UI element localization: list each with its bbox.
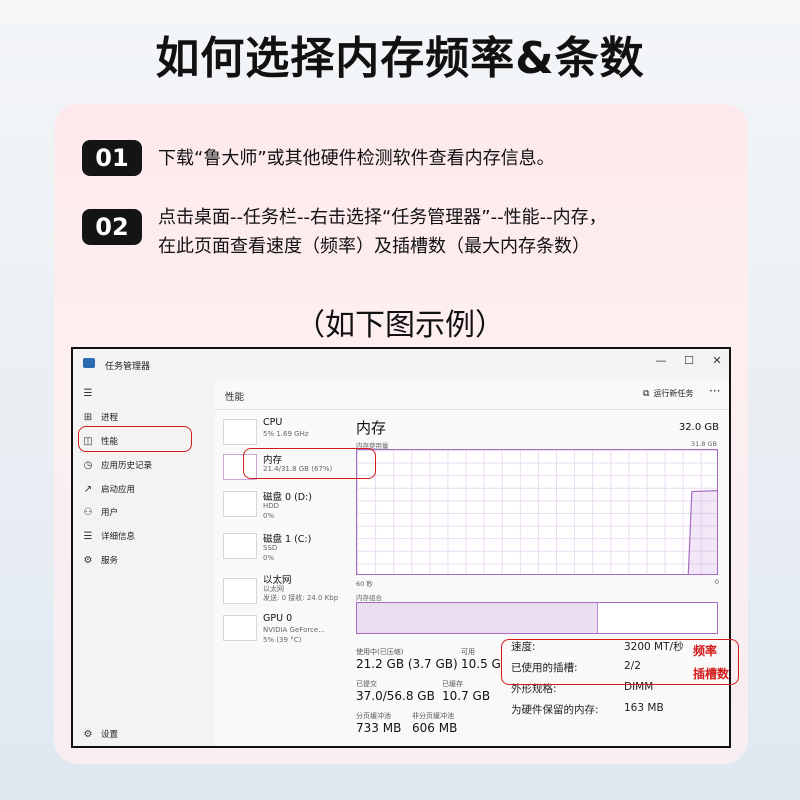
nonpaged-pool-value: 606 MB [412,721,458,735]
hamburger-icon: ☰ [83,387,93,399]
perf-item-ethernet[interactable]: 以太网 以太网 发送: 0 接收: 24.0 Kbp [223,572,353,612]
memory-usage-line [687,490,717,574]
sidebar-item-app-history[interactable]: ◷ 应用历史记录 [81,455,152,475]
perf-item-name: GPU 0 [263,613,293,624]
users-icon: ⚇ [83,506,93,518]
paged-pool-value: 733 MB [356,721,402,735]
sidebar-item-label: 设置 [101,730,119,740]
perf-item-detail-2: 发送: 0 接收: 24.0 Kbp [263,594,339,602]
available-value: 10.5 G [461,657,501,671]
disk-thumbnail [223,491,257,517]
perf-item-disk-1[interactable]: 磁盘 1 (C:) SSD 0% [223,531,353,571]
performance-panel: 性能 ⧉ 运行新任务 ··· CPU 5% 1.69 GHz 内存 21.4/3… [215,379,729,746]
step-01-line-1: 下载“鲁大师”或其他硬件检测软件查看内存信息。 [158,148,555,169]
perf-item-detail-2: 5% (39 °C) [263,636,302,644]
sidebar-item-services[interactable]: ⚙ 服务 [81,550,119,570]
step-badge-01: 01 [82,140,142,176]
graph-axis-right: 0 [714,578,719,586]
sidebar-item-processes[interactable]: ⊞ 进程 [81,407,118,427]
step-02-line-1: 点击桌面--任务栏--右击选择“任务管理器”--性能--内存， [158,207,607,228]
memory-usage-max: 31.8 GB [690,440,717,448]
sidebar-item-startup[interactable]: ↗ 启动应用 [81,479,135,499]
perf-item-detail-2: 0% [263,554,275,562]
ethernet-thumbnail [223,578,257,604]
details-icon: ☰ [83,530,93,542]
perf-item-gpu[interactable]: GPU 0 NVIDIA GeForce... 5% (39 °C) [223,613,353,653]
reserved-value: 163 MB [624,702,664,714]
step-01-text: 下载“鲁大师”或其他硬件检测软件查看内存信息。 [158,144,555,173]
step-02-line-2: 在此页面查看速度（频率）及插槽数（最大内存条数） [158,236,590,257]
perf-item-detail: SSD [263,544,278,552]
memory-title: 内存 [356,419,387,437]
sidebar-item-label: 应用历史记录 [101,461,153,471]
memory-composition-bar [356,602,718,634]
perf-item-disk-0[interactable]: 磁盘 0 (D:) HDD 0% [223,489,353,529]
task-manager-window: 任务管理器 — ☐ ✕ ☰ ⊞ 进程 ◫ 性能 ◷ 应用历史记录 ↗ 启动应用 … [71,347,731,748]
cached-value: 10.7 GB [442,689,491,703]
committed-value: 37.0/56.8 GB [356,689,435,703]
memory-total: 32.0 GB [678,422,719,433]
run-task-icon: ⧉ [643,388,650,399]
settings-icon: ⚙ [83,728,93,740]
window-title: 任务管理器 [105,362,151,372]
disk-thumbnail [223,533,257,559]
more-options-button[interactable]: ··· [709,384,720,398]
close-button[interactable]: ✕ [707,354,727,367]
graph-axis-left: 60 秒 [356,580,373,588]
cpu-thumbnail [223,419,257,445]
sidebar-item-label: 用户 [101,508,119,518]
step-badge-02: 02 [82,209,142,245]
sidebar-item-label: 服务 [101,556,119,566]
available-label: 可用 [461,648,475,656]
perf-item-detail: HDD [263,502,280,510]
header-divider [215,409,729,410]
slots-note: 插槽数 [693,667,730,681]
title-bar: 任务管理器 — ☐ ✕ [73,349,729,379]
frequency-note: 频率 [693,644,718,658]
committed-label: 已提交 [356,680,377,688]
run-new-task-label: 运行新任务 [653,389,694,398]
in-use-value: 21.2 GB (3.7 GB) [356,657,458,671]
highlight-memory-item [243,448,376,479]
processes-icon: ⊞ [83,411,93,423]
hamburger-menu-button[interactable]: ☰ [81,383,101,403]
perf-item-name: 磁盘 0 (D:) [263,492,313,503]
perf-item-name: CPU [263,417,283,428]
paged-pool-label: 分页缓冲池 [356,712,391,720]
sidebar-item-label: 启动应用 [101,485,136,495]
services-icon: ⚙ [83,554,93,566]
perf-item-detail-2: 0% [263,512,275,520]
sidebar-item-settings[interactable]: ⚙ 设置 [81,724,119,744]
memory-composition-fill [357,603,599,633]
perf-item-name: 磁盘 1 (C:) [263,534,312,545]
sidebar-item-label: 进程 [101,413,119,423]
example-label: （如下图示例） [295,308,505,343]
cached-label: 已缓存 [442,680,463,688]
maximize-button[interactable]: ☐ [679,354,699,367]
minimize-button[interactable]: — [651,354,671,367]
startup-icon: ↗ [83,483,93,495]
memory-usage-graph [356,449,718,575]
panel-title: 性能 [225,392,245,403]
app-history-icon: ◷ [83,459,93,471]
highlight-performance [78,426,192,452]
perf-item-detail: NVIDIA GeForce... [263,626,325,634]
gpu-thumbnail [223,615,257,641]
page-title: 如何选择内存频率&条数 [155,33,645,84]
reserved-label: 为硬件保留的内存: [511,704,599,716]
task-manager-icon [83,358,95,368]
run-new-task-button[interactable]: ⧉ 运行新任务 [643,388,693,399]
sidebar-item-users[interactable]: ⚇ 用户 [81,502,119,522]
memory-composition-label: 内存组合 [356,594,382,602]
sidebar-item-label: 详细信息 [101,532,136,542]
sidebar-item-details[interactable]: ☰ 详细信息 [81,526,136,546]
nonpaged-pool-label: 非分页缓冲池 [412,712,454,720]
in-use-label: 使用中(已压缩) [356,648,404,656]
step-02-text: 点击桌面--任务栏--右击选择“任务管理器”--性能--内存， 在此页面查看速度… [158,203,607,261]
perf-item-detail: 5% 1.69 GHz [263,430,309,438]
